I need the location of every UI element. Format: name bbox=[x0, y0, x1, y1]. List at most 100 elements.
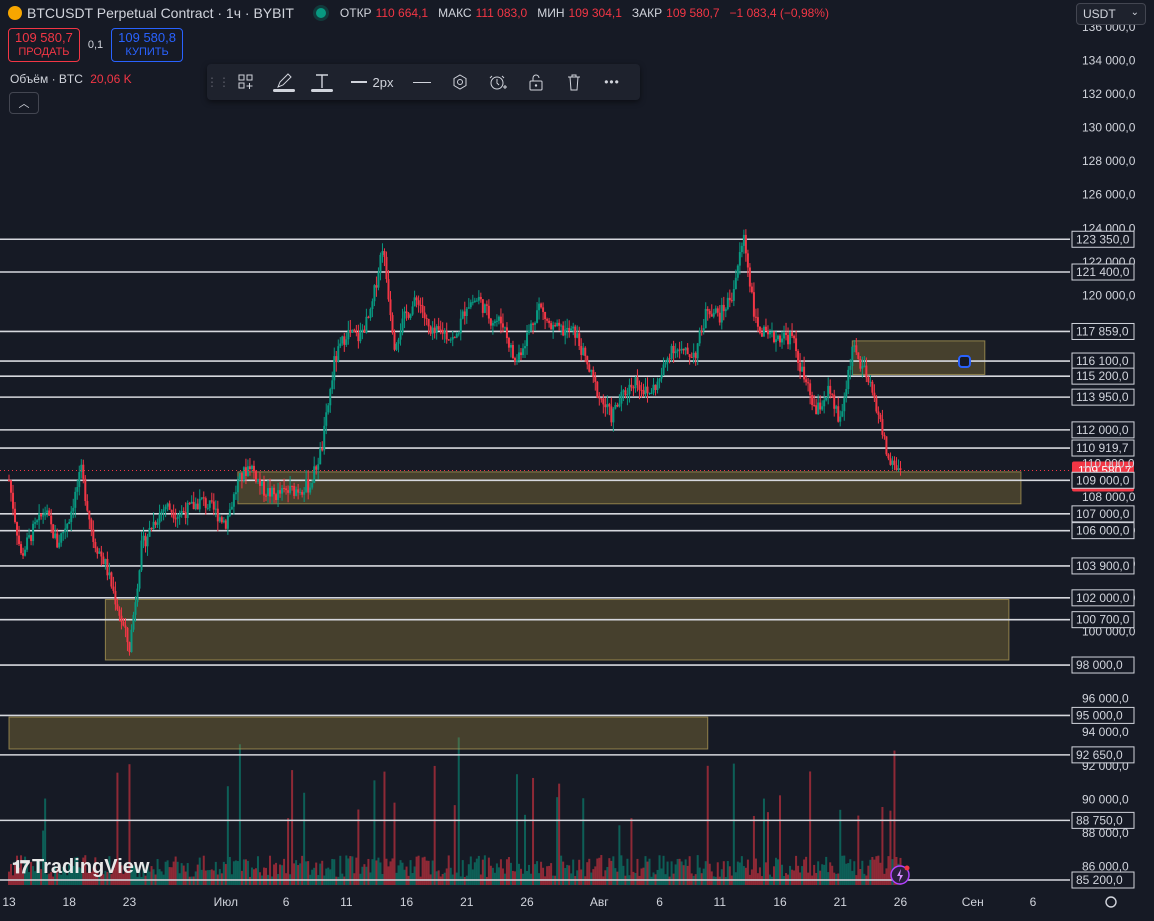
volume-bar bbox=[576, 870, 579, 885]
volume-bar bbox=[817, 861, 820, 885]
price-chart[interactable]: 109 580,707:20 136 000,0134 000,0132 000… bbox=[0, 0, 1154, 916]
volume-bar bbox=[198, 857, 201, 885]
candle-body bbox=[367, 316, 370, 318]
buy-price: 109 580,8 bbox=[118, 30, 176, 45]
candle-body bbox=[764, 326, 767, 331]
candle-body bbox=[799, 362, 802, 372]
volume-bar bbox=[853, 861, 856, 885]
candle-body bbox=[54, 533, 57, 538]
volume-bar bbox=[210, 869, 213, 885]
candle-body bbox=[712, 312, 715, 317]
drag-handle-icon[interactable]: ⋮⋮ bbox=[206, 67, 230, 97]
volume-bar bbox=[732, 763, 735, 885]
volume-legend[interactable]: Объём · BTC 20,06 K bbox=[10, 72, 132, 86]
line-color-icon[interactable] bbox=[269, 67, 299, 97]
volume-bar bbox=[234, 860, 237, 885]
currency-select[interactable]: USDT ⌄ bbox=[1076, 3, 1146, 25]
spread-value: 0,1 bbox=[87, 39, 104, 51]
y-tick-label: 128 000,0 bbox=[1082, 154, 1136, 168]
candle-body bbox=[210, 500, 213, 502]
volume-bar bbox=[542, 867, 545, 885]
candle-body bbox=[704, 308, 707, 329]
drawing-anchor-handle[interactable] bbox=[958, 355, 971, 369]
candle-body bbox=[331, 380, 334, 390]
candle-body bbox=[809, 383, 812, 396]
volume-bar bbox=[789, 865, 792, 885]
settings-icon[interactable] bbox=[445, 67, 475, 97]
volume-bar bbox=[586, 862, 589, 885]
volume-bar bbox=[293, 863, 296, 885]
candle-body bbox=[383, 251, 386, 257]
zone-rect[interactable] bbox=[104, 599, 1010, 661]
volume-bar bbox=[250, 867, 253, 885]
alert-icon[interactable] bbox=[483, 67, 513, 97]
candle-body bbox=[20, 544, 23, 554]
volume-bar bbox=[708, 863, 711, 885]
buy-button[interactable]: 109 580,8 КУПИТЬ bbox=[111, 28, 183, 62]
candle-body bbox=[198, 498, 201, 510]
trash-icon[interactable] bbox=[559, 67, 589, 97]
volume-bar bbox=[867, 865, 870, 885]
volume-bar bbox=[578, 859, 581, 885]
candle-body bbox=[622, 390, 625, 392]
volume-bar bbox=[166, 860, 169, 885]
candle-body bbox=[92, 529, 95, 542]
volume-bar bbox=[744, 867, 747, 885]
candle-body bbox=[528, 330, 531, 333]
sell-button[interactable]: 109 580,7 ПРОДАТЬ bbox=[8, 28, 80, 62]
zone-rect[interactable] bbox=[8, 716, 709, 750]
volume-bar bbox=[511, 870, 514, 885]
volume-bar bbox=[363, 864, 366, 885]
volume-bar bbox=[819, 870, 822, 885]
candle-body bbox=[126, 627, 129, 643]
candle-body bbox=[174, 518, 177, 520]
candle-body bbox=[746, 253, 749, 268]
drawing-toolbar: ⋮⋮ 2px ••• bbox=[206, 64, 640, 100]
text-color-icon[interactable] bbox=[307, 67, 337, 97]
candle-body bbox=[839, 416, 842, 422]
candle-body bbox=[630, 384, 633, 388]
candle-body bbox=[230, 506, 233, 510]
candle-body bbox=[158, 513, 161, 523]
candle-body bbox=[258, 478, 261, 486]
volume-bar bbox=[857, 815, 860, 885]
candle-body bbox=[696, 343, 699, 359]
candle-body bbox=[202, 497, 205, 499]
candle-body bbox=[102, 556, 105, 565]
candle-body bbox=[873, 392, 876, 398]
candle-body bbox=[254, 471, 257, 482]
zone-rect[interactable] bbox=[237, 471, 1022, 505]
line-width-button[interactable]: 2px bbox=[345, 67, 399, 97]
candle-body bbox=[24, 549, 27, 556]
volume-bar bbox=[204, 870, 207, 885]
low-label: МИН bbox=[537, 6, 565, 20]
candle-body bbox=[393, 332, 396, 350]
collapse-legend-button[interactable]: ︿ bbox=[9, 92, 39, 114]
volume-bar bbox=[678, 858, 681, 885]
symbol-title[interactable]: BTCUSDT Perpetual Contract · 1ч · BYBIT bbox=[27, 5, 294, 21]
candle-body bbox=[532, 323, 535, 325]
volume-bar bbox=[497, 867, 500, 885]
candle-body bbox=[754, 316, 757, 318]
y-tick-label: 134 000,0 bbox=[1082, 53, 1136, 67]
candle-body bbox=[608, 404, 611, 407]
candle-body bbox=[793, 335, 796, 339]
volume-bar bbox=[297, 865, 300, 885]
candle-body bbox=[491, 323, 494, 326]
level-price-label: 115 200,0 bbox=[1076, 369, 1129, 383]
more-icon[interactable]: ••• bbox=[597, 67, 627, 97]
candle-body bbox=[218, 517, 221, 522]
lock-icon[interactable] bbox=[521, 67, 551, 97]
volume-bar bbox=[766, 812, 769, 885]
y-tick-label: 86 000,0 bbox=[1082, 860, 1129, 874]
volume-bar bbox=[550, 863, 553, 885]
templates-icon[interactable] bbox=[231, 67, 261, 97]
candle-body bbox=[303, 491, 306, 495]
candle-body bbox=[582, 347, 585, 355]
volume-bar bbox=[610, 860, 613, 885]
line-style-icon[interactable] bbox=[407, 67, 437, 97]
chart-area[interactable]: 109 580,707:20 136 000,0134 000,0132 000… bbox=[0, 0, 1154, 916]
candle-body bbox=[463, 311, 466, 316]
candle-body bbox=[658, 378, 661, 382]
candle-body bbox=[821, 406, 824, 410]
